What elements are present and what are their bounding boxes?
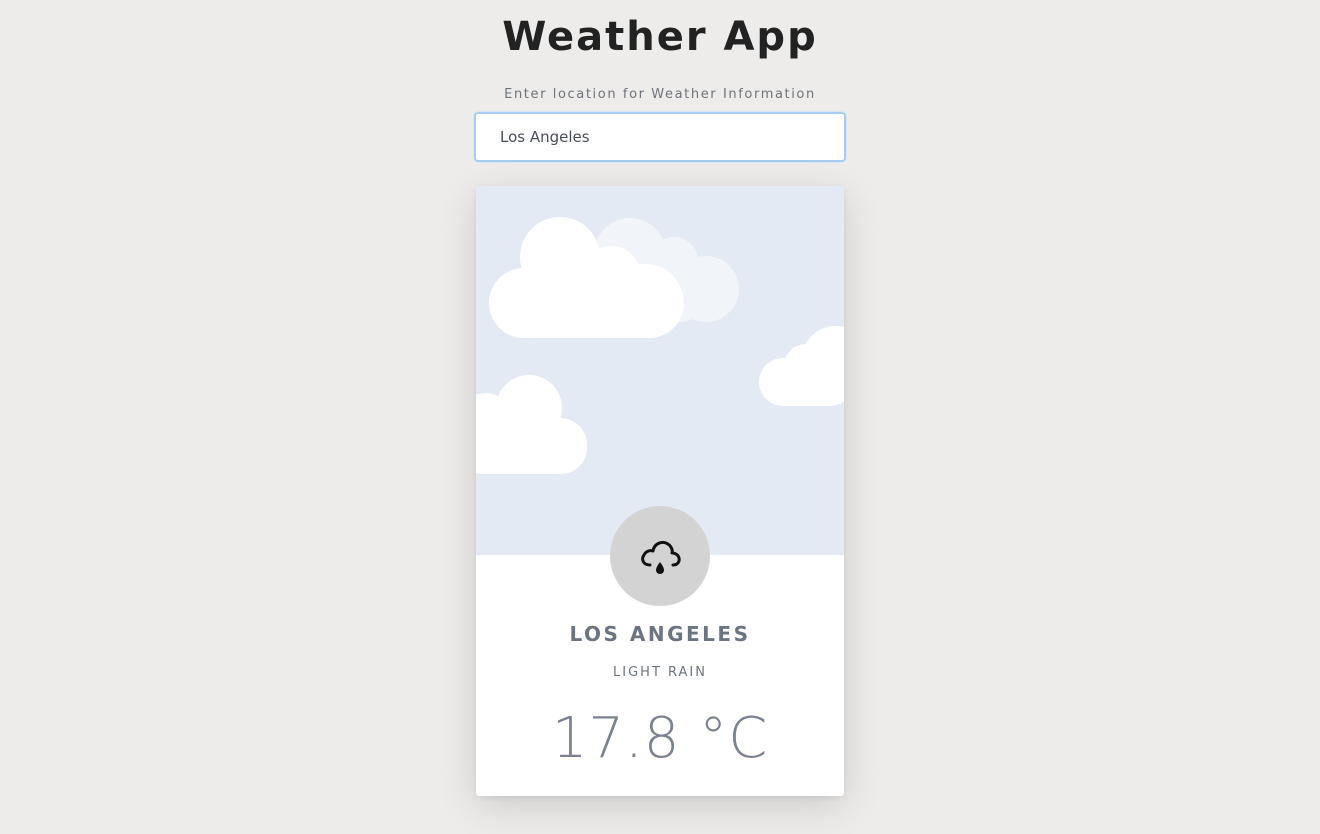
- city-name: LOS ANGELES: [569, 622, 751, 646]
- cloud-rain-icon: [641, 540, 681, 574]
- page-title: Weather App: [502, 14, 818, 60]
- weather-app: Weather App Enter location for Weather I…: [0, 0, 1320, 834]
- search-label: Enter location for Weather Information: [504, 87, 816, 102]
- weather-icon-badge: [610, 506, 710, 606]
- weather-card: LOS ANGELES LIGHT RAIN 17.8 °C: [476, 186, 844, 796]
- sky-illustration: [476, 186, 844, 555]
- temperature: 17.8 °C: [551, 706, 769, 771]
- cloud-left: [476, 375, 587, 474]
- cloud-right: [759, 326, 844, 406]
- weather-condition: LIGHT RAIN: [613, 665, 707, 680]
- location-search-input[interactable]: [474, 112, 846, 162]
- clouds-illustration: [476, 217, 844, 474]
